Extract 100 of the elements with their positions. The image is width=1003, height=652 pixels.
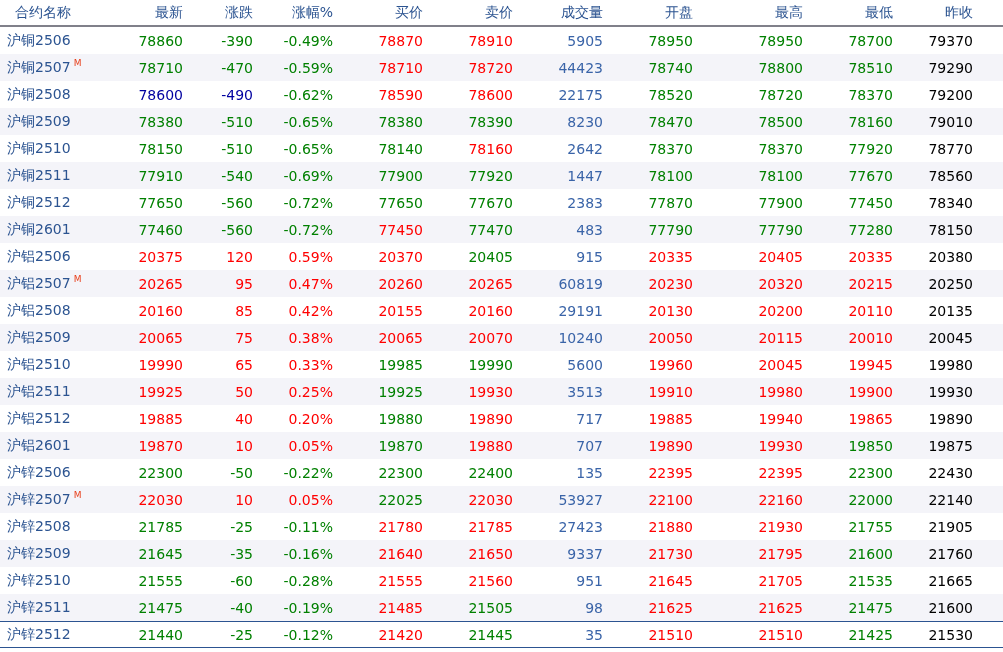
contract-name: 沪铜2508 xyxy=(7,85,71,104)
column-header[interactable]: 涨跌 xyxy=(183,3,253,22)
table-cell-text: 95 xyxy=(234,275,253,292)
table-cell-text: -510 xyxy=(220,140,253,157)
table-cell-text: 5905 xyxy=(566,32,603,49)
table-cell-text: 21640 xyxy=(377,545,423,562)
table-cell-text: 5600 xyxy=(566,356,603,373)
table-cell-text: -0.49% xyxy=(282,32,333,49)
table-cell-text: 120 xyxy=(225,248,253,265)
table-cell-text: 21420 xyxy=(377,626,423,643)
table-cell-text: 951 xyxy=(575,572,603,589)
column-header[interactable]: 最高 xyxy=(693,3,803,22)
contract-name: 沪锌2508 xyxy=(7,517,71,536)
table-cell-text: 21600 xyxy=(847,545,893,562)
column-header[interactable]: 合约名称 xyxy=(0,3,110,22)
table-cell-text: 85 xyxy=(234,302,253,319)
table-cell-text: 19930 xyxy=(757,437,803,454)
table-cell-text: 22025 xyxy=(377,491,423,508)
quote-row[interactable]: 沪铜2509 78380 -510 -0.65% 78380 78390 8230 78470 78500 78160 79010 xyxy=(0,108,1003,135)
table-cell-text: 77900 xyxy=(377,167,423,184)
table-cell-text: 79370 xyxy=(927,32,973,49)
contract-name: 沪锌2506 xyxy=(7,463,71,482)
table-cell-text: 77460 xyxy=(137,221,183,238)
table-cell-text: 21795 xyxy=(757,545,803,562)
quote-row[interactable]: 沪铝2509 20065 75 0.38% 20065 20070 10240 20050 20115 20010 20045 xyxy=(0,324,1003,351)
table-cell-text: 78160 xyxy=(467,140,513,157)
table-cell-text: 22300 xyxy=(377,464,423,481)
contract-name: 沪铝2507 xyxy=(7,274,71,293)
table-cell-text: -560 xyxy=(220,194,253,211)
table-cell-text: 22100 xyxy=(647,491,693,508)
table-cell-text: 20155 xyxy=(377,302,423,319)
table-cell-text: 19880 xyxy=(467,437,513,454)
contract-name: 沪铜2511 xyxy=(7,166,71,185)
quote-row[interactable]: 沪锌2512 21440 -25 -0.12% 21420 21445 35 21510 21510 21425 21530 xyxy=(0,621,1003,648)
quote-row[interactable]: 沪铝2601 19870 10 0.05% 19870 19880 707 19890 19930 19850 19875 xyxy=(0,432,1003,459)
table-cell-text: 21425 xyxy=(847,626,893,643)
table-cell-text: 21530 xyxy=(927,626,973,643)
quote-row[interactable]: 沪锌2507 M 22030 10 0.05% 22025 22030 53927 22100 22160 22000 22140 xyxy=(0,486,1003,513)
table-cell-text: 22140 xyxy=(927,491,973,508)
column-header[interactable]: 涨幅% xyxy=(253,3,333,22)
table-cell-text: 19980 xyxy=(757,383,803,400)
table-cell-text: 19870 xyxy=(377,437,423,454)
contract-name: 沪铜2510 xyxy=(7,139,71,158)
table-cell-text: 20335 xyxy=(647,248,693,265)
quote-row[interactable]: 沪铝2507 M 20265 95 0.47% 20260 20265 60819 20230 20320 20215 20250 xyxy=(0,270,1003,297)
quote-row[interactable]: 沪锌2509 21645 -35 -0.16% 21640 21650 9337 21730 21795 21600 21760 xyxy=(0,540,1003,567)
table-cell-text: -40 xyxy=(229,599,253,616)
table-cell-text: 78860 xyxy=(137,32,183,49)
table-cell-text: -0.72% xyxy=(282,194,333,211)
quote-row[interactable]: 沪锌2511 21475 -40 -0.19% 21485 21505 98 21625 21625 21475 21600 xyxy=(0,594,1003,621)
table-cell-text: 20050 xyxy=(647,329,693,346)
column-header[interactable]: 卖价 xyxy=(423,3,513,22)
column-header[interactable]: 买价 xyxy=(333,3,423,22)
table-cell-text: 21760 xyxy=(927,545,973,562)
table-cell-text: 20070 xyxy=(467,329,513,346)
table-cell-text: 19990 xyxy=(137,356,183,373)
table-cell-text: 20265 xyxy=(467,275,513,292)
table-cell-text: 20160 xyxy=(137,302,183,319)
table-cell-text: 20200 xyxy=(757,302,803,319)
column-header[interactable]: 昨收 xyxy=(893,3,973,22)
quote-row[interactable]: 沪铜2507 M 78710 -470 -0.59% 78710 78720 44423 78740 78800 78510 79290 xyxy=(0,54,1003,81)
table-cell-text: 22395 xyxy=(757,464,803,481)
table-cell-text: 78600 xyxy=(467,86,513,103)
table-cell-text: 77910 xyxy=(137,167,183,184)
quote-row[interactable]: 沪铜2511 77910 -540 -0.69% 77900 77920 1447 78100 78100 77670 78560 xyxy=(0,162,1003,189)
table-cell-text: 22030 xyxy=(467,491,513,508)
main-contract-label: M xyxy=(73,490,82,500)
table-cell-text: 3513 xyxy=(566,383,603,400)
table-cell-text: 77650 xyxy=(377,194,423,211)
contract-name: 沪铜2601 xyxy=(7,220,71,239)
table-cell-text: 0.42% xyxy=(287,302,333,319)
table-cell-text: 79200 xyxy=(927,86,973,103)
table-cell-text: 78150 xyxy=(927,221,973,238)
table-cell-text: 2383 xyxy=(566,194,603,211)
table-cell-text: -390 xyxy=(220,32,253,49)
table-cell-text: 20115 xyxy=(757,329,803,346)
column-header[interactable]: 成交量 xyxy=(513,3,603,22)
table-cell-text: 19940 xyxy=(757,410,803,427)
table-cell-text: 21555 xyxy=(137,572,183,589)
table-cell-text: 19880 xyxy=(377,410,423,427)
quote-row[interactable]: 沪铜2601 77460 -560 -0.72% 77450 77470 483 77790 77790 77280 78150 xyxy=(0,216,1003,243)
column-header[interactable]: 开盘 xyxy=(603,3,693,22)
table-cell-text: 19850 xyxy=(847,437,893,454)
column-header[interactable]: 最新 xyxy=(110,3,183,22)
table-cell-text: 20135 xyxy=(927,302,973,319)
table-cell-text: 21555 xyxy=(377,572,423,589)
table-cell-text: 19900 xyxy=(847,383,893,400)
table-cell-text: 29191 xyxy=(557,302,603,319)
quote-row[interactable]: 沪铝2511 19925 50 0.25% 19925 19930 3513 19910 19980 19900 19930 xyxy=(0,378,1003,405)
table-cell-text: -0.28% xyxy=(282,572,333,589)
table-cell-text: 0.59% xyxy=(287,248,333,265)
table-cell-text: 0.38% xyxy=(287,329,333,346)
table-cell-text: 9337 xyxy=(566,545,603,562)
table-cell-text: 78600 xyxy=(137,86,183,103)
table-cell-text: 78770 xyxy=(927,140,973,157)
table-cell-text: 77450 xyxy=(377,221,423,238)
column-header[interactable]: 最低 xyxy=(803,3,893,22)
table-cell-text: 21600 xyxy=(927,599,973,616)
table-cell-text: -470 xyxy=(220,59,253,76)
table-cell-text: 19945 xyxy=(847,356,893,373)
